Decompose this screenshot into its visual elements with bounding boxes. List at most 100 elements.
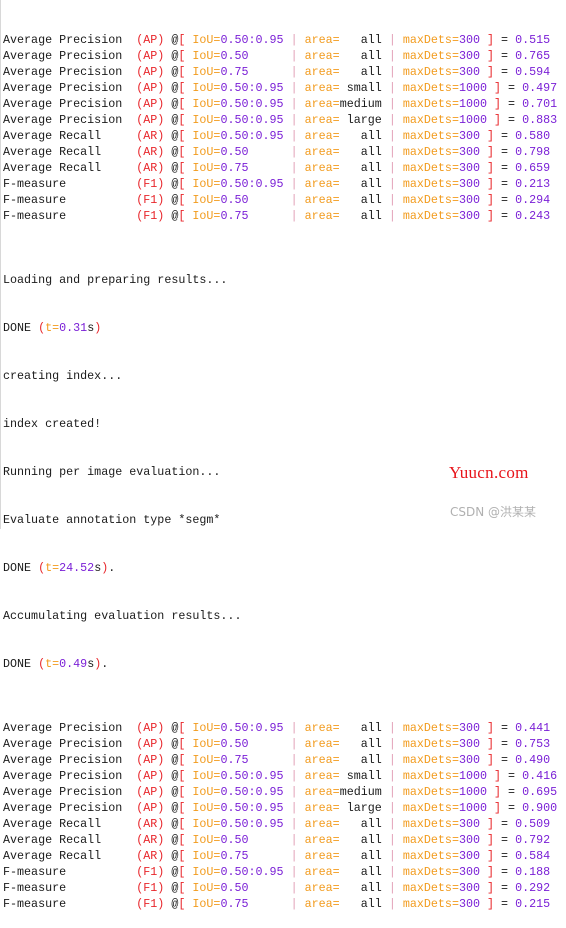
metric-abbrev: (AP) [136, 785, 165, 799]
maxdets-key: maxDets= [402, 113, 459, 127]
log-text: Loading and preparing results... [3, 273, 228, 287]
metric-value: 0.294 [515, 193, 551, 207]
paren: ( [38, 561, 46, 575]
metric-row: F-measure (F1) @[ IoU=0.50 | area= all |… [3, 880, 566, 896]
metric-value: 0.701 [522, 97, 558, 111]
maxdets-key: maxDets= [402, 865, 459, 879]
pipe-separator: | [290, 177, 298, 191]
metric-row: Average Precision (AP) @[ IoU=0.75 | are… [3, 752, 566, 768]
metric-label: Average Precision [3, 33, 130, 47]
pipe-separator: | [388, 33, 396, 47]
area-key: area= [304, 737, 340, 751]
log-text: Evaluate annotation type *segm* [3, 513, 221, 527]
area-value: all [339, 129, 382, 143]
equals-sign: = [501, 97, 523, 111]
close-bracket: ] [487, 145, 495, 159]
iou-value: 0.50 [220, 881, 284, 895]
pipe-separator: | [388, 865, 396, 879]
pipe-separator: | [388, 193, 396, 207]
time-key: t= [45, 561, 60, 575]
time-key: t= [45, 657, 60, 671]
close-bracket: ] [494, 113, 502, 127]
equals-sign: = [494, 177, 516, 191]
maxdets-value: 300 [458, 865, 488, 879]
metric-value: 0.765 [515, 49, 551, 63]
metric-abbrev: (AP) [136, 721, 165, 735]
pipe-separator: | [388, 785, 396, 799]
maxdets-key: maxDets= [402, 129, 459, 143]
iou-key: IoU= [192, 145, 221, 159]
maxdets-key: maxDets= [402, 897, 459, 911]
maxdets-value: 1000 [458, 81, 495, 95]
metric-row: F-measure (F1) @[ IoU=0.50 | area= all |… [3, 192, 566, 208]
metric-abbrev: (F1) [136, 865, 165, 879]
metric-label: Average Precision [3, 81, 130, 95]
metric-abbrev: (AP) [136, 737, 165, 751]
area-value: small [339, 769, 382, 783]
maxdets-key: maxDets= [402, 721, 459, 735]
close-bracket: ] [487, 33, 495, 47]
metric-label: F-measure [3, 177, 130, 191]
metric-value: 0.580 [515, 129, 551, 143]
area-value: medium [339, 785, 382, 799]
open-bracket: [ [178, 817, 186, 831]
area-key: area= [304, 129, 340, 143]
metric-label: Average Recall [3, 833, 130, 847]
iou-key: IoU= [192, 753, 221, 767]
pipe-separator: | [290, 865, 298, 879]
maxdets-value: 300 [458, 161, 488, 175]
metric-abbrev: (AR) [136, 161, 165, 175]
maxdets-key: maxDets= [402, 65, 459, 79]
metric-row: F-measure (F1) @[ IoU=0.50:0.95 | area= … [3, 176, 566, 192]
close-bracket: ] [487, 737, 495, 751]
area-key: area= [304, 65, 340, 79]
metric-value: 0.594 [515, 65, 551, 79]
metric-label: F-measure [3, 881, 130, 895]
iou-key: IoU= [192, 177, 221, 191]
iou-value: 0.50:0.95 [220, 33, 284, 47]
equals-sign: = [501, 785, 523, 799]
pipe-separator: | [290, 209, 298, 223]
area-value: all [339, 33, 382, 47]
metric-label: Average Recall [3, 161, 130, 175]
metric-label: Average Precision [3, 113, 130, 127]
close-bracket: ] [487, 209, 495, 223]
close-bracket: ] [487, 161, 495, 175]
maxdets-value: 300 [458, 193, 488, 207]
open-bracket: [ [178, 865, 186, 879]
maxdets-value: 300 [458, 33, 488, 47]
area-value: all [339, 737, 382, 751]
maxdets-value: 300 [458, 145, 488, 159]
